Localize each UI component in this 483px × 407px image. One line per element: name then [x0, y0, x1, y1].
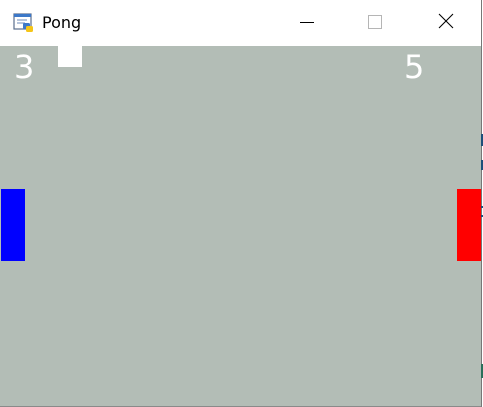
minimize-icon	[300, 14, 314, 33]
close-icon	[438, 13, 454, 33]
minimize-button[interactable]	[284, 0, 330, 46]
ball	[58, 46, 82, 67]
title-bar[interactable]: Pong	[0, 0, 481, 46]
game-canvas[interactable]: 3 5	[0, 46, 481, 406]
pong-window: Pong 3 5	[0, 0, 483, 407]
window-title: Pong	[42, 13, 82, 32]
right-player-score: 5	[404, 48, 425, 86]
left-paddle	[1, 189, 25, 261]
maximize-icon	[368, 14, 382, 33]
left-player-score: 3	[14, 48, 35, 86]
close-button[interactable]	[423, 0, 469, 46]
python-window-icon	[13, 12, 35, 34]
right-paddle	[457, 189, 481, 261]
maximize-button[interactable]	[352, 0, 398, 46]
